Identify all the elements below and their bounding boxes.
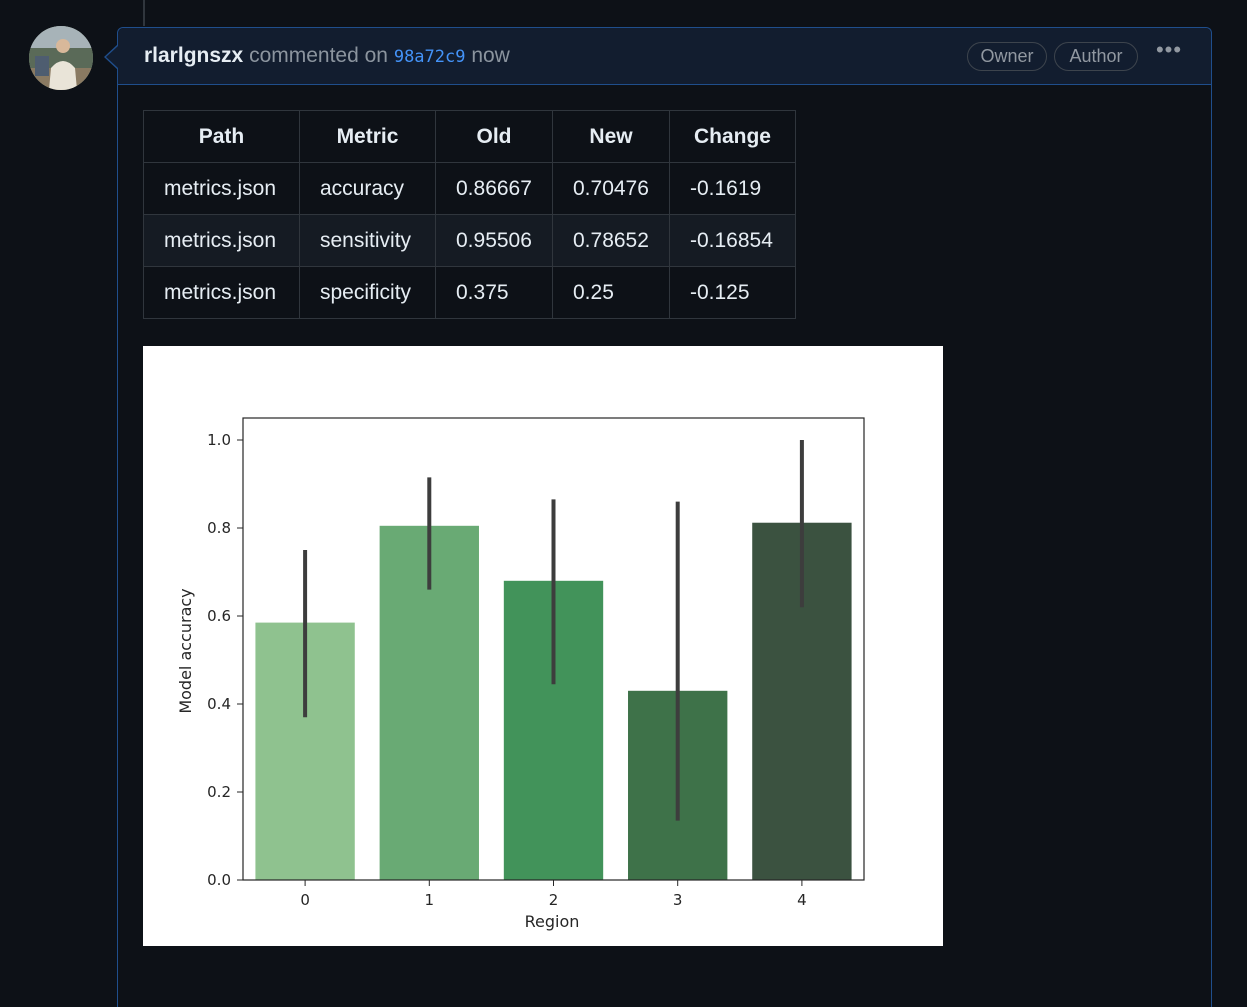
commit-link[interactable]: 98a72c9 — [394, 47, 466, 67]
table-row: metrics.json sensitivity 0.95506 0.78652… — [143, 214, 796, 267]
author-badge: Author — [1054, 42, 1138, 71]
y-tick-label-0.8: 0.8 — [207, 519, 231, 537]
owner-badge: Owner — [967, 42, 1047, 71]
comment-header: rlarlgnszx commented on 98a72c9 now Owne… — [118, 28, 1211, 85]
table-row: metrics.json accuracy 0.86667 0.70476 -0… — [143, 162, 796, 215]
x-tick-label-0: 0 — [300, 891, 310, 909]
cell-new: 0.70476 — [552, 162, 670, 215]
x-tick-label-1: 1 — [425, 891, 435, 909]
cell-metric: accuracy — [299, 162, 436, 215]
timeline-line — [143, 0, 145, 26]
y-tick-label-0.2: 0.2 — [207, 783, 231, 801]
y-axis-label: Model accuracy — [176, 588, 195, 713]
header-metric: Metric — [299, 110, 436, 163]
author-link[interactable]: rlarlgnszx — [144, 44, 243, 67]
avatar[interactable] — [29, 26, 93, 90]
y-tick-label-0.6: 0.6 — [207, 607, 231, 625]
x-tick-label-3: 3 — [673, 891, 683, 909]
accuracy-chart-image: Model accuracy Region 0 1 2 3 4 0.0 0.2 0.4 0.6 0… — [143, 346, 943, 946]
y-tick-label-0.4: 0.4 — [207, 695, 231, 713]
x-axis-label: Region — [525, 912, 580, 931]
y-tick-label-1.0: 1.0 — [207, 431, 231, 449]
x-tick-label-4: 4 — [797, 891, 807, 909]
table-row: metrics.json specificity 0.375 0.25 -0.1… — [143, 266, 796, 319]
more-options-icon[interactable]: ••• — [1154, 36, 1184, 64]
bar-chart: Model accuracy Region 0 1 2 3 4 0.0 0.2 0.4 0.6 0… — [176, 417, 865, 931]
cell-old: 0.86667 — [435, 162, 553, 215]
cell-new: 0.25 — [552, 266, 670, 319]
comment-caret-fill — [106, 46, 118, 68]
header-path: Path — [143, 110, 300, 163]
cell-change: -0.125 — [669, 266, 796, 319]
action-text: commented on — [249, 44, 388, 67]
cell-metric: specificity — [299, 266, 436, 319]
header-old: Old — [435, 110, 553, 163]
cell-path: metrics.json — [143, 214, 300, 267]
avatar-image — [29, 26, 93, 90]
table-header-row: Path Metric Old New Change — [143, 110, 796, 163]
comment-meta: rlarlgnszx commented on 98a72c9 now — [144, 44, 510, 68]
cell-metric: sensitivity — [299, 214, 436, 267]
x-tick-label-2: 2 — [549, 891, 559, 909]
cell-change: -0.16854 — [669, 214, 796, 267]
cell-path: metrics.json — [143, 162, 300, 215]
cell-change: -0.1619 — [669, 162, 796, 215]
cell-path: metrics.json — [143, 266, 300, 319]
metrics-table: Path Metric Old New Change metrics.json … — [143, 110, 796, 319]
y-tick-label-0.0: 0.0 — [207, 871, 231, 889]
header-new: New — [552, 110, 670, 163]
cell-old: 0.95506 — [435, 214, 553, 267]
cell-new: 0.78652 — [552, 214, 670, 267]
cell-old: 0.375 — [435, 266, 553, 319]
timestamp[interactable]: now — [471, 44, 510, 67]
header-change: Change — [669, 110, 796, 163]
